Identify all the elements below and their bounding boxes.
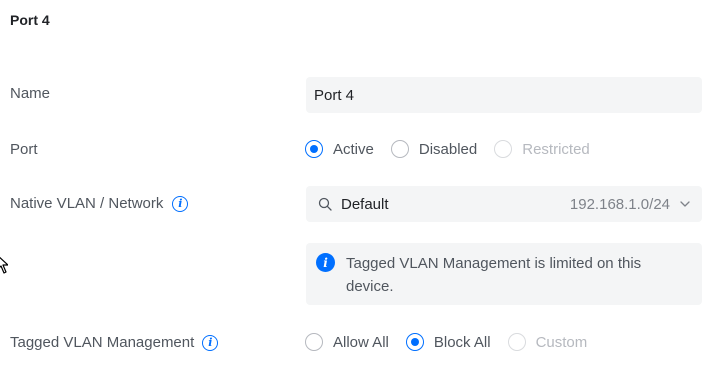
info-icon[interactable]: i	[202, 334, 219, 351]
tagged-vlan-label-text: Tagged VLAN Management	[10, 334, 195, 351]
native-vlan-value: Default	[341, 195, 389, 213]
port-state-radio-group: Active Disabled Restricted	[305, 140, 607, 158]
name-input[interactable]	[306, 77, 702, 113]
port-label: Port	[10, 141, 38, 158]
vlan-limit-notice: i Tagged VLAN Management is limited on t…	[306, 243, 702, 305]
radio-label: Active	[333, 140, 374, 158]
custom-radio: Custom	[507, 333, 588, 351]
port-restricted-radio: Restricted	[494, 140, 590, 158]
info-icon: i	[316, 253, 335, 272]
search-icon	[318, 197, 332, 211]
native-vlan-label: Native VLAN / Network i	[10, 195, 189, 212]
notice-text: Tagged VLAN Management is limited on thi…	[346, 255, 642, 295]
radio-label: Custom	[535, 333, 588, 351]
radio-label: Block All	[433, 333, 491, 351]
chevron-down-icon[interactable]	[680, 199, 690, 209]
radio-indicator[interactable]	[390, 140, 409, 158]
radio-label: Disabled	[418, 140, 478, 158]
block-all-radio[interactable]: Block All	[405, 333, 491, 351]
radio-label: Allow All	[333, 333, 389, 351]
radio-indicator[interactable]	[305, 140, 323, 158]
radio-indicator[interactable]	[405, 333, 424, 351]
name-label: Name	[10, 85, 50, 102]
port-label-text: Port	[10, 141, 38, 158]
radio-label: Restricted	[522, 140, 590, 158]
native-vlan-subnet: 192.168.1.0/24	[569, 195, 670, 213]
cursor-icon	[0, 256, 8, 274]
info-icon[interactable]: i	[172, 195, 189, 212]
native-vlan-label-text: Native VLAN / Network	[10, 195, 164, 212]
radio-indicator	[507, 333, 526, 351]
tagged-vlan-radio-group: Allow All Block All Custom	[305, 333, 604, 351]
port-active-radio[interactable]: Active	[305, 140, 374, 158]
radio-indicator[interactable]	[305, 333, 323, 351]
tagged-vlan-label: Tagged VLAN Management i	[10, 334, 219, 351]
port-disabled-radio[interactable]: Disabled	[390, 140, 478, 158]
name-label-text: Name	[10, 85, 51, 102]
allow-all-radio[interactable]: Allow All	[305, 333, 389, 351]
name-field-container	[306, 77, 702, 113]
radio-indicator	[494, 140, 513, 158]
panel-title: Port 4	[10, 12, 50, 28]
native-vlan-select[interactable]: Default 192.168.1.0/24	[306, 186, 702, 222]
